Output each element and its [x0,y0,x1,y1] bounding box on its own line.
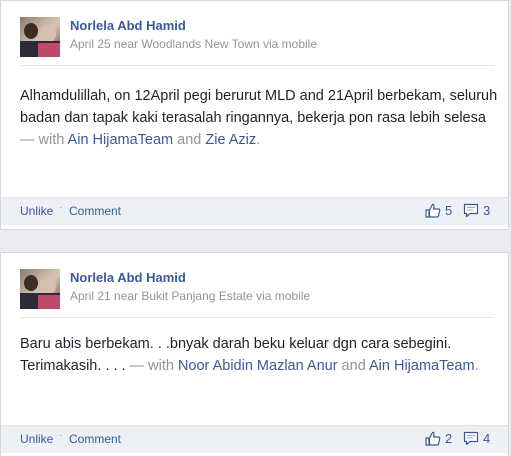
action-separator: · [59,202,63,213]
like-count-button[interactable]: 5 [425,203,452,218]
comment-count-button[interactable]: 3 [463,203,490,218]
sentence-end: . [256,132,261,148]
tagged-friend-link[interactable]: Zie Aziz [205,132,256,148]
comment-bubble-icon [463,203,479,218]
feed-story: Norlela Abd Hamid April 21 near Bukit Pa… [0,252,509,456]
story-footer: Unlike · Comment 5 3 [1,197,508,225]
story-text: Baru abis berbekam. . .bnyak darah beku … [20,333,500,377]
like-count: 5 [445,203,453,218]
avatar[interactable] [20,17,60,57]
unlike-link[interactable]: Unlike [20,204,53,218]
and-label: and [173,132,206,148]
comment-link[interactable]: Comment [69,432,121,446]
story-message: Alhamdulillah, on 12April pegi berurut M… [20,88,498,126]
like-count-button[interactable]: 2 [425,431,452,446]
feed-story: Norlela Abd Hamid April 25 near Woodland… [0,0,509,230]
action-separator: · [59,430,63,441]
tagged-friend-link[interactable]: Ain HijamaTeam [68,132,174,148]
tagged-friend-link[interactable]: Noor Abidin Mazlan Anur [178,358,338,374]
story-meta[interactable]: April 25 near Woodlands New Town via mob… [70,37,317,51]
story-footer: Unlike · Comment 2 4 [1,425,508,453]
and-label: and [337,358,369,374]
author-name[interactable]: Norlela Abd Hamid [70,270,186,285]
avatar[interactable] [20,269,60,309]
story-text: Alhamdulillah, on 12April pegi berurut M… [20,85,500,151]
comment-count-button[interactable]: 4 [463,431,490,446]
comment-link[interactable]: Comment [69,204,121,218]
divider [20,317,494,318]
thumbs-up-icon [425,203,441,218]
author-name[interactable]: Norlela Abd Hamid [70,18,186,33]
divider [20,65,494,66]
with-label: — with [20,132,68,148]
comment-bubble-icon [463,431,479,446]
sentence-end: . [474,358,479,374]
tagged-friend-link[interactable]: Ain HijamaTeam [369,358,475,374]
story-meta[interactable]: April 21 near Bukit Panjang Estate via m… [70,289,310,303]
unlike-link[interactable]: Unlike [20,432,53,446]
with-label: — with [125,358,178,374]
thumbs-up-icon [425,431,441,446]
comment-count: 3 [483,203,491,218]
comment-count: 4 [483,431,491,446]
like-count: 2 [445,431,453,446]
